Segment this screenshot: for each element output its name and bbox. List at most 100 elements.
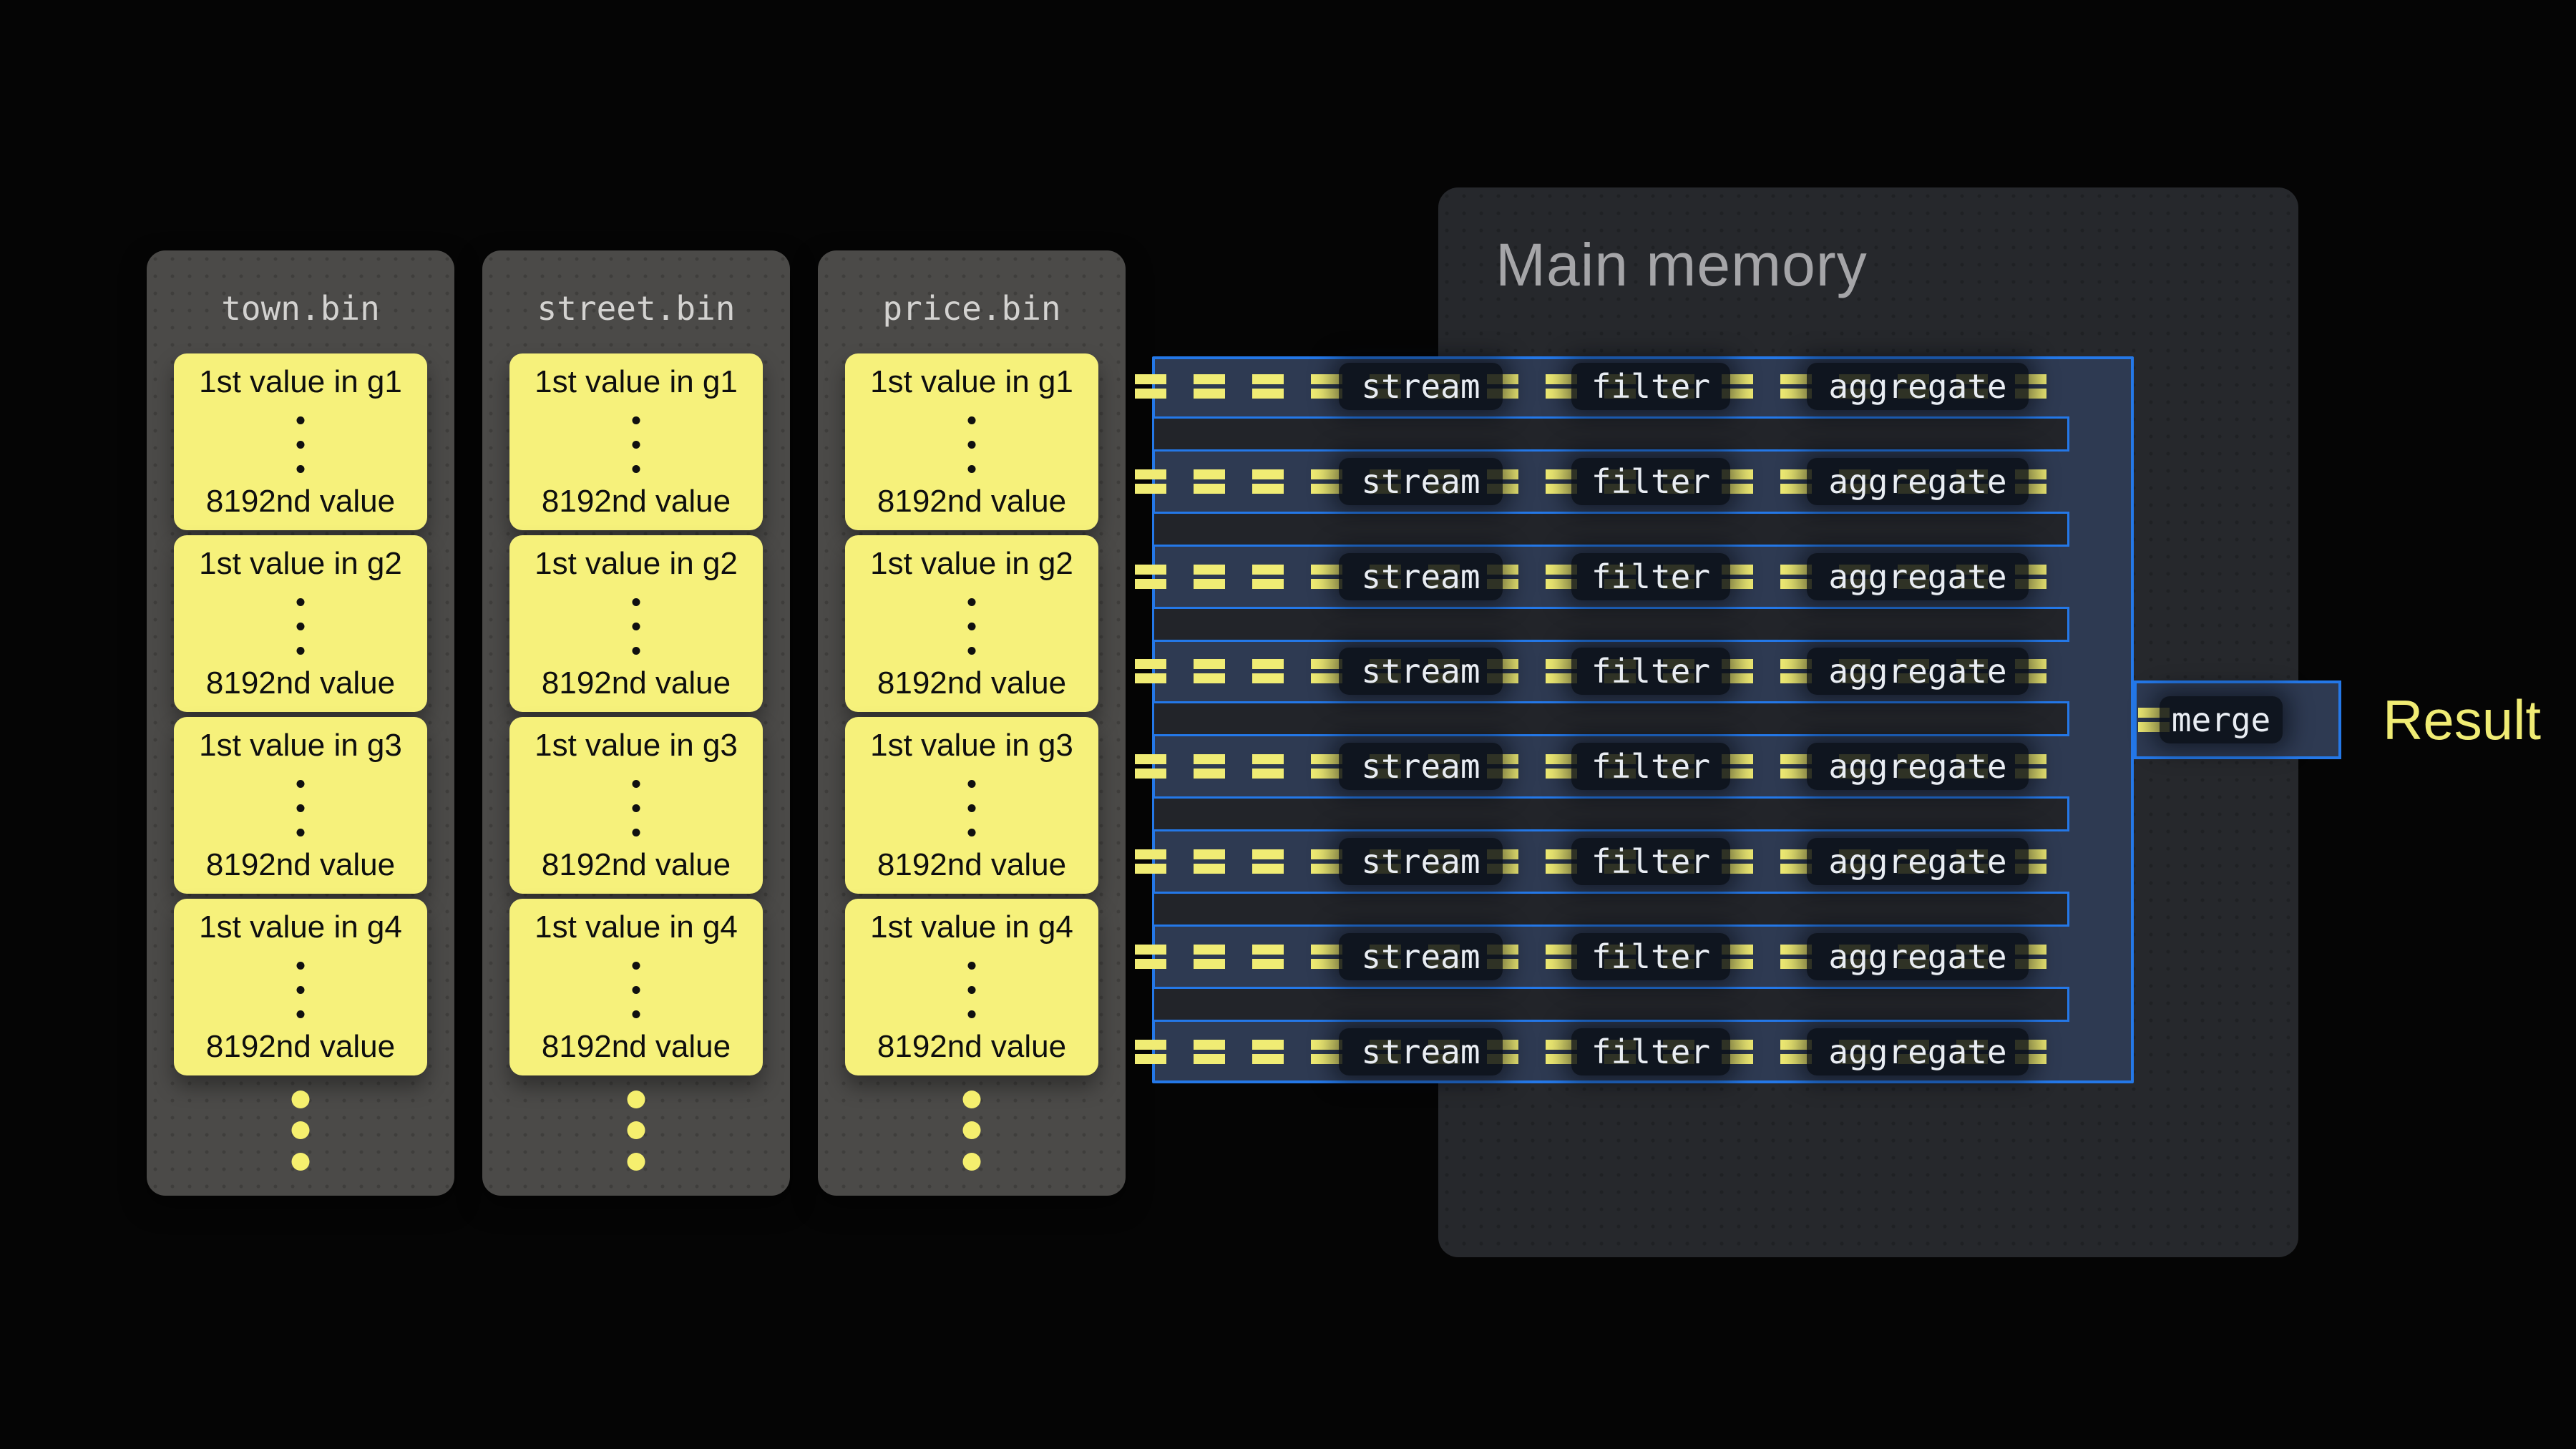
ellipsis-dot (633, 598, 640, 606)
group-last-value-label: 8192nd value (845, 847, 1098, 884)
group-block-g3: 1st value in g3 8192nd value (845, 717, 1098, 894)
group-first-value-label: 1st value in g4 (509, 909, 763, 946)
group-block-g2: 1st value in g2 8192nd value (509, 535, 763, 712)
group-first-value-label: 1st value in g1 (509, 364, 763, 401)
aggregate-chip: aggregate (1807, 838, 2029, 885)
group-block-g1: 1st value in g1 8192nd value (174, 353, 427, 530)
aggregate-chip: aggregate (1807, 553, 2029, 600)
ellipsis-dot (633, 780, 640, 788)
more-groups-dot (292, 1091, 310, 1108)
ellipsis-dot (297, 780, 305, 788)
ellipsis-dot (968, 829, 976, 836)
file-card-town-bin: town.bin1st value in g18192nd value1st v… (147, 250, 454, 1196)
group-first-value-label: 1st value in g3 (174, 727, 427, 764)
ellipsis-dot (968, 647, 976, 655)
ellipsis-dot (633, 804, 640, 812)
group-last-value-label: 8192nd value (845, 1028, 1098, 1065)
more-groups-dot (628, 1153, 645, 1171)
ellipsis-dot (968, 986, 976, 994)
ellipsis-dot (297, 647, 305, 655)
lane-separator (1152, 607, 2069, 642)
more-groups-dot (963, 1153, 981, 1171)
group-first-value-label: 1st value in g4 (174, 909, 427, 946)
file-card-title: street.bin (482, 291, 790, 326)
group-block-g2: 1st value in g2 8192nd value (845, 535, 1098, 712)
aggregate-chip: aggregate (1807, 648, 2029, 695)
ellipsis-dot (297, 829, 305, 836)
group-block-g1: 1st value in g18192nd value (845, 353, 1098, 530)
ellipsis-dot (633, 416, 640, 424)
ellipsis-dot (297, 441, 305, 449)
aggregate-chip: aggregate (1807, 458, 2029, 505)
group-first-value-label: 1st value in g3 (509, 727, 763, 764)
stream-chip: stream (1339, 933, 1503, 980)
group-block-g4: 1st value in g4 8192nd value (174, 899, 427, 1075)
group-block-g4: 1st value in g48192nd value (845, 899, 1098, 1075)
ellipsis-dot (297, 416, 305, 424)
stream-chip: stream (1339, 1028, 1503, 1075)
stream-chip: stream (1339, 553, 1503, 600)
group-first-value-label: 1st value in g2 (845, 545, 1098, 582)
more-groups-dot (963, 1091, 981, 1108)
more-groups-dot (628, 1121, 645, 1139)
ellipsis-dot (297, 1010, 305, 1018)
group-last-value-label: 8192nd value (174, 665, 427, 702)
ellipsis-dot (297, 804, 305, 812)
group-last-value-label: 8192nd value (845, 665, 1098, 702)
group-first-value-label: 1st value in g1 (174, 364, 427, 401)
more-groups-dot (963, 1121, 981, 1139)
stream-chip: stream (1339, 458, 1503, 505)
stream-chip: stream (1339, 743, 1503, 790)
ellipsis-dot (633, 441, 640, 449)
file-card-street-bin: street.bin1st value in g18192nd value1st… (482, 250, 790, 1196)
merge-chip: merge (2160, 696, 2283, 743)
group-last-value-label: 8192nd value (845, 483, 1098, 520)
group-last-value-label: 8192nd value (509, 847, 763, 884)
main-memory-title: Main memory (1496, 232, 1868, 298)
aggregate-chip: aggregate (1807, 1028, 2029, 1075)
ellipsis-dot (297, 465, 305, 473)
file-card-title: town.bin (147, 291, 454, 326)
ellipsis-dot (968, 465, 976, 473)
ellipsis-dot (633, 986, 640, 994)
ellipsis-dot (633, 1010, 640, 1018)
group-last-value-label: 8192nd value (509, 1028, 763, 1065)
ellipsis-dot (297, 962, 305, 970)
lane-separator (1152, 892, 2069, 927)
ellipsis-dot (968, 1010, 976, 1018)
ellipsis-dot (968, 962, 976, 970)
group-last-value-label: 8192nd value (509, 665, 763, 702)
ellipsis-dot (968, 780, 976, 788)
file-card-title: price.bin (818, 291, 1126, 326)
more-groups-dot (628, 1091, 645, 1108)
ellipsis-dot (297, 623, 305, 630)
more-groups-dot (292, 1121, 310, 1139)
lane-separator (1152, 512, 2069, 547)
group-last-value-label: 8192nd value (174, 483, 427, 520)
filter-chip: filter (1571, 648, 1730, 695)
filter-chip: filter (1571, 458, 1730, 505)
group-last-value-label: 8192nd value (174, 847, 427, 884)
filter-chip: filter (1571, 1028, 1730, 1075)
group-block-g2: 1st value in g2 8192nd value (174, 535, 427, 712)
ellipsis-dot (968, 441, 976, 449)
aggregate-chip: aggregate (1807, 743, 2029, 790)
aggregate-chip: aggregate (1807, 363, 2029, 410)
group-block-g3: 1st value in g3 8192nd value (174, 717, 427, 894)
group-last-value-label: 8192nd value (509, 483, 763, 520)
group-block-g3: 1st value in g3 8192nd value (509, 717, 763, 894)
stream-chip: stream (1339, 648, 1503, 695)
ellipsis-dot (633, 465, 640, 473)
group-first-value-label: 1st value in g2 (509, 545, 763, 582)
stream-chip: stream (1339, 363, 1503, 410)
group-first-value-label: 1st value in g2 (174, 545, 427, 582)
ellipsis-dot (968, 598, 976, 606)
more-groups-dot (292, 1153, 310, 1171)
ellipsis-dot (633, 647, 640, 655)
filter-chip: filter (1571, 553, 1730, 600)
ellipsis-dot (297, 986, 305, 994)
ellipsis-dot (968, 416, 976, 424)
group-first-value-label: 1st value in g3 (845, 727, 1098, 764)
group-last-value-label: 8192nd value (174, 1028, 427, 1065)
result-label: Result (2383, 691, 2541, 748)
